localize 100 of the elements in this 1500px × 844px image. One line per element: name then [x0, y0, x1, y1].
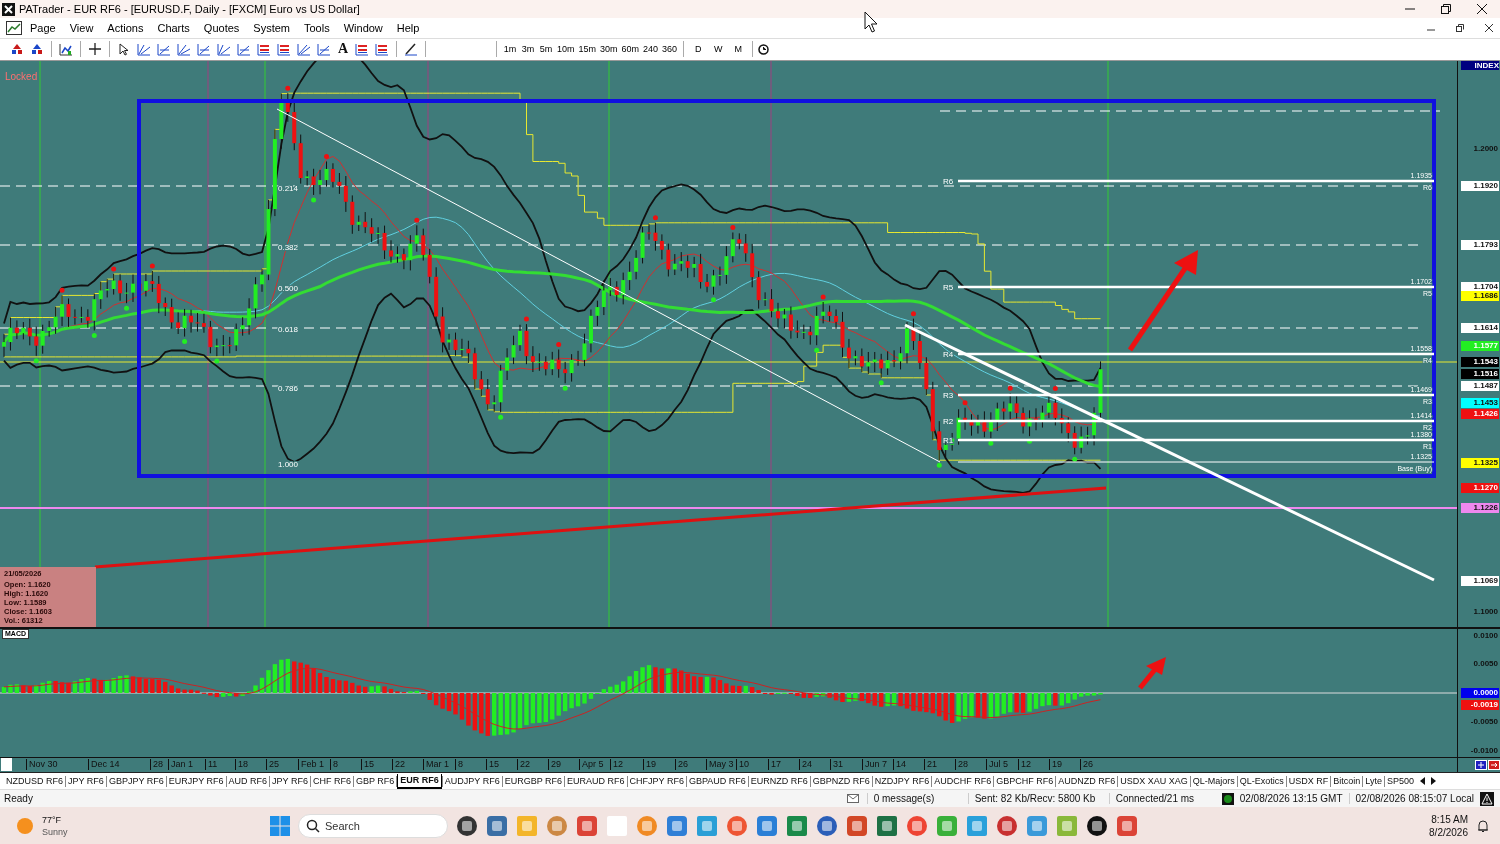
date-label: 11 — [205, 758, 218, 770]
windows-start-icon[interactable] — [270, 815, 290, 836]
drawing-tool-icon[interactable] — [197, 42, 211, 56]
price-label: 1.1543 — [1461, 356, 1499, 367]
drawing-tool-icon[interactable] — [375, 42, 389, 56]
price-label: 1.1426 — [1461, 408, 1499, 419]
pivot-label: R5 — [943, 282, 954, 292]
price-label: 1.1704 — [1461, 281, 1499, 292]
bell-icon[interactable] — [1476, 818, 1490, 833]
messages-status: 0 message(s) — [866, 793, 968, 805]
restore-icon[interactable] — [1456, 23, 1464, 32]
date-label: 29 — [548, 758, 561, 770]
timeframe-button[interactable]: 3m — [520, 40, 536, 59]
drawing-tool-icon[interactable] — [157, 42, 171, 56]
menu-item[interactable]: Actions — [101, 19, 150, 36]
text-tool-button[interactable]: A — [335, 40, 351, 59]
fibonacci-label: 0.382 — [278, 242, 299, 252]
price-label: 1.1453 — [1461, 397, 1499, 408]
date-label: Apr 5 — [579, 758, 604, 770]
date-label: 19 — [643, 758, 656, 770]
up-arrow — [1138, 656, 1166, 690]
fibonacci-label: 0.214 — [278, 183, 299, 193]
chart-icon[interactable] — [59, 42, 73, 56]
date-label: 24 — [799, 758, 812, 770]
pointer-icon[interactable] — [119, 42, 129, 56]
drawing-tool-icon[interactable] — [355, 42, 369, 56]
date-label: 8 — [330, 758, 338, 770]
arrows-icon[interactable] — [11, 43, 23, 56]
period-button[interactable]: W — [709, 40, 728, 59]
date-label: Nov 30 — [26, 758, 58, 770]
search-field[interactable]: Search — [298, 813, 448, 838]
symbol-tab[interactable]: EUR RF6 — [397, 773, 442, 789]
price-label: 1.1516 — [1461, 368, 1499, 379]
drawing-tool-icon[interactable] — [257, 42, 271, 56]
mail-icon[interactable] — [846, 794, 859, 804]
menu-item[interactable]: Page — [24, 19, 62, 36]
drawing-tool-icon[interactable] — [297, 42, 311, 56]
period-button[interactable]: M — [729, 40, 748, 59]
macd-value-label: 0.0050 — [1472, 658, 1499, 669]
drawing-tool-icon[interactable] — [217, 42, 231, 56]
connection-status: Connected/21 ms — [1108, 793, 1214, 805]
timeframe-button[interactable]: 5m — [538, 40, 554, 59]
app-icon[interactable] — [456, 814, 478, 837]
scroll-left-icon[interactable] — [1418, 776, 1426, 787]
date-label: 10 — [736, 758, 749, 770]
timeframe-button[interactable]: 240 — [642, 40, 660, 59]
macd-value-label: -0.0100 — [1469, 745, 1499, 756]
warning-icon[interactable] — [1480, 791, 1494, 806]
crosshair-icon[interactable] — [89, 43, 101, 56]
drawing-tool-icon[interactable] — [237, 42, 251, 56]
drawing-tool-icon[interactable] — [137, 42, 151, 56]
timeframe-button[interactable]: 15m — [577, 40, 598, 59]
grid-icon[interactable] — [1475, 759, 1487, 770]
clock-icon[interactable] — [758, 43, 770, 55]
menu-item[interactable]: View — [63, 19, 100, 36]
pen-icon[interactable] — [404, 42, 418, 57]
timeframe-button[interactable]: 360 — [661, 40, 679, 59]
scroll-right-icon[interactable] — [1430, 776, 1438, 787]
app-icon[interactable] — [1086, 814, 1108, 837]
drawing-tool-icon[interactable] — [277, 42, 291, 56]
price-label: 1.1793 — [1461, 239, 1499, 250]
close-icon[interactable] — [1477, 4, 1487, 14]
macd-value-label: -0.0019 — [1461, 699, 1499, 710]
date-label: 22 — [392, 758, 405, 770]
menu-item[interactable]: Charts — [151, 19, 196, 36]
menu-item[interactable]: Help — [390, 19, 426, 36]
menu-item[interactable]: Quotes — [197, 19, 246, 36]
date-label: 21 — [924, 758, 937, 770]
restore-icon[interactable] — [1441, 4, 1451, 14]
price-label: 1.1000 — [1472, 606, 1499, 617]
timeframe-button[interactable]: 1m — [502, 40, 518, 59]
timeframe-button[interactable]: 30m — [599, 40, 619, 59]
close-icon[interactable] — [1485, 23, 1493, 32]
clock-time: 8:15 AM — [1431, 812, 1468, 826]
date-label: 22 — [517, 758, 530, 770]
axis-header: INDEX — [1461, 60, 1499, 70]
date-label: 19 — [1049, 758, 1062, 770]
date-label: 12 — [610, 758, 623, 770]
price-label: 1.1270 — [1461, 482, 1499, 493]
period-button[interactable]: D — [689, 40, 708, 59]
menu-item[interactable]: Window — [337, 19, 389, 36]
chart-icon[interactable] — [6, 20, 22, 35]
pivot-label: R2 — [943, 416, 954, 426]
macd-value-label: -0.0050 — [1469, 716, 1499, 727]
date-label: 28 — [955, 758, 968, 770]
arrows-icon[interactable] — [31, 43, 43, 56]
clock-date: 8/2/2026 — [1429, 825, 1468, 839]
menu-item[interactable]: System — [247, 19, 296, 36]
export-icon[interactable] — [1488, 759, 1500, 770]
date-label: Dec 14 — [88, 758, 120, 770]
date-label: 15 — [486, 758, 499, 770]
date-label: 8 — [455, 758, 463, 770]
gmt-time: 02/08/2026 13:15 GMT — [1238, 793, 1344, 805]
drawing-tool-icon[interactable] — [317, 42, 331, 56]
drawing-tool-icon[interactable] — [177, 42, 191, 56]
price-label: 1.1325 — [1461, 457, 1499, 468]
menu-item[interactable]: Tools — [298, 19, 336, 36]
timeframe-button[interactable]: 10m — [556, 40, 576, 59]
date-label: 17 — [768, 758, 781, 770]
timeframe-button[interactable]: 60m — [620, 40, 641, 59]
